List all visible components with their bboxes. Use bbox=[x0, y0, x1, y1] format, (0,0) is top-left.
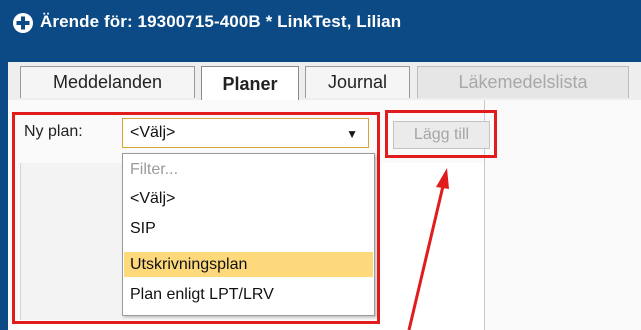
annotation-box-add-button bbox=[385, 110, 497, 158]
tab-lakemedelslista[interactable]: Läkemedelslista bbox=[417, 66, 629, 98]
window-title: Ärende för: 19300715-400B * LinkTest, Li… bbox=[40, 12, 402, 31]
annotation-box-plan-select bbox=[12, 112, 380, 324]
tab-meddelanden[interactable]: Meddelanden bbox=[20, 66, 195, 98]
window-titlebar: Ärende för: 19300715-400B * LinkTest, Li… bbox=[0, 0, 641, 48]
tab-planer[interactable]: Planer bbox=[201, 66, 299, 101]
plus-circle-icon bbox=[13, 13, 33, 33]
tab-journal[interactable]: Journal bbox=[305, 66, 410, 98]
